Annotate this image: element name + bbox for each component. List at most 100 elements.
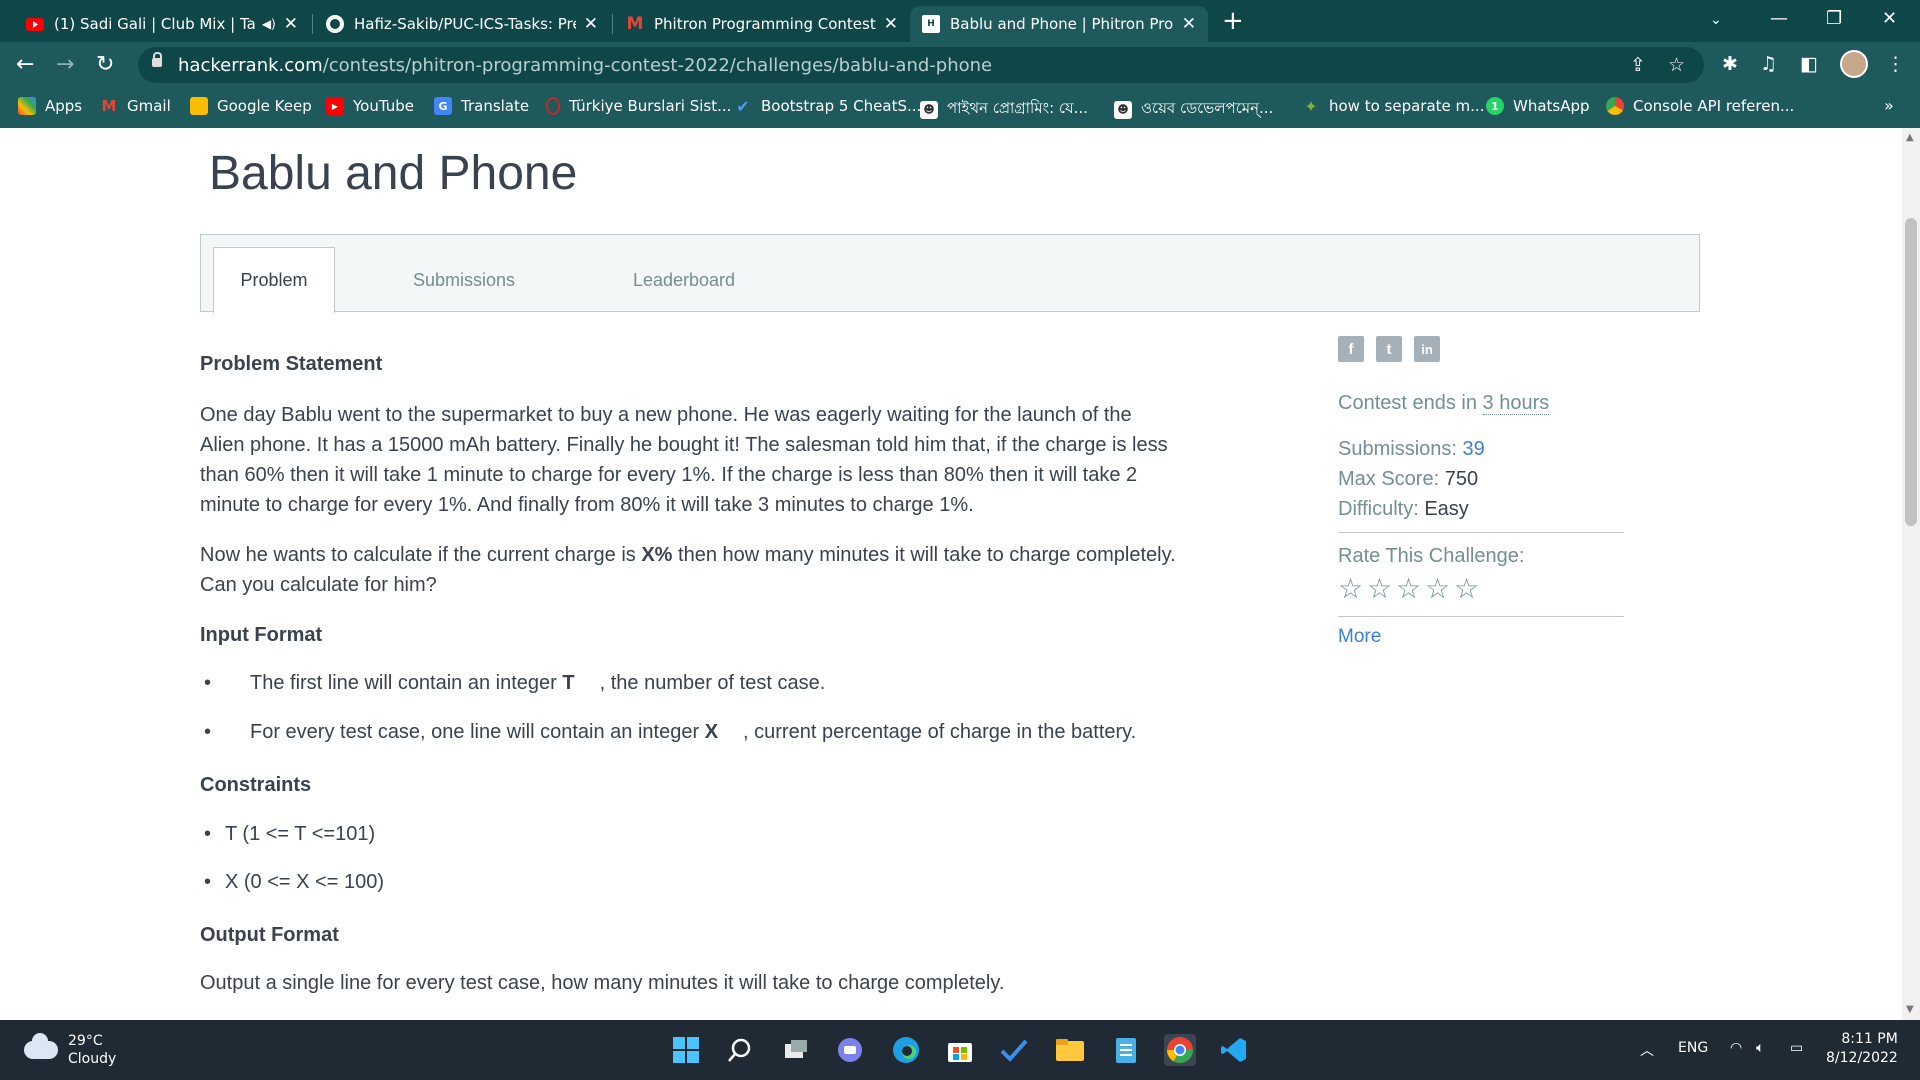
bookmark-separate[interactable]: ✦ how to separate m... (1302, 97, 1484, 116)
difficulty-value: Easy (1424, 498, 1469, 520)
browser-tab-github[interactable]: Hafiz-Sakib/PUC-ICS-Tasks: Prem ✕ (314, 6, 610, 42)
bookmark-label: ওয়েব ডেভেলপমেন্... (1141, 99, 1274, 117)
bookmark-apps[interactable]: Apps (18, 97, 82, 115)
new-tab-button[interactable]: + (1222, 6, 1244, 36)
bookmark-whatsapp[interactable]: 1 WhatsApp (1486, 97, 1590, 115)
bullet-text: The first line will contain an integer T… (250, 672, 826, 694)
chrome-icon[interactable] (1164, 1034, 1196, 1066)
bookmark-label: Google Keep (217, 97, 312, 115)
reload-button[interactable]: ↻ (96, 52, 114, 77)
edge-icon[interactable] (890, 1034, 922, 1066)
max-score: Max Score: 750 (1338, 468, 1478, 491)
submissions-label: Submissions: (1338, 438, 1463, 460)
notepad-icon[interactable] (1110, 1034, 1142, 1066)
wifi-icon[interactable]: ◠ (1730, 1040, 1742, 1056)
bookmark-turkiye-burslari[interactable]: Türkiye Burslari Sist... (546, 97, 731, 115)
lock-icon[interactable] (152, 52, 162, 67)
browser-tab-youtube[interactable]: (1) Sadi Gali | Club Mix | Tanu ◀︎) ✕ (14, 6, 310, 42)
close-window-button[interactable]: ✕ (1882, 8, 1897, 29)
vscode-icon[interactable] (1218, 1034, 1250, 1066)
system-clock[interactable]: 8:11 PM 8/12/2022 (1826, 1030, 1898, 1068)
browser-tab-hackerrank[interactable]: H Bablu and Phone | Phitron Progra ✕ (910, 6, 1208, 42)
bookmark-youtube[interactable]: ▶ YouTube (326, 97, 414, 115)
extensions-icon[interactable]: ✱ (1722, 53, 1738, 75)
browser-tab-gmail[interactable]: M Phitron Programming Contest - 2 ✕ (614, 6, 910, 42)
star-icon[interactable]: ☆ (1425, 572, 1450, 605)
scroll-down-arrow-icon[interactable]: ▼ (1906, 1004, 1914, 1015)
tab-title: Phitron Programming Contest - 2 (654, 15, 876, 33)
turkiye-burslari-icon (546, 97, 560, 115)
show-hidden-icons-icon[interactable]: ︿ (1640, 1040, 1654, 1060)
language-indicator[interactable]: ENG (1678, 1040, 1708, 1056)
close-tab-icon[interactable]: ✕ (1182, 14, 1196, 34)
browser-toolbar: ← → ↻ hackerrank.com/contests/phitron-pr… (0, 42, 1920, 88)
linkedin-share-icon[interactable]: in (1414, 336, 1440, 362)
bookmark-star-icon[interactable]: ☆ (1668, 54, 1685, 76)
contest-ends: Contest ends in 3 hours (1338, 392, 1550, 415)
chrome-icon (1606, 97, 1624, 115)
bullet-text: T (1 <= T <=101) (225, 823, 376, 845)
task-view-icon[interactable] (780, 1034, 812, 1066)
twitter-share-icon[interactable]: t (1376, 336, 1402, 362)
problem-paragraph-1: One day Bablu went to the supermarket to… (200, 400, 1240, 520)
speaker-icon[interactable]: ◀︎) (262, 17, 276, 31)
star-icon[interactable]: ☆ (1396, 572, 1421, 605)
restore-button[interactable]: ❐ (1826, 8, 1842, 29)
back-button[interactable]: ← (16, 52, 34, 77)
star-icon[interactable]: ☆ (1454, 572, 1479, 605)
search-icon[interactable] (724, 1034, 756, 1066)
bookmark-webdev-bn[interactable]: ☻ ওয়েব ডেভেলপমেন্... (1114, 97, 1273, 122)
address-bar[interactable]: hackerrank.com/contests/phitron-programm… (138, 47, 1704, 83)
bookmark-google-keep[interactable]: Google Keep (190, 97, 312, 115)
windows-taskbar: 29°C Cloudy ︿ ENG ◠ 🔈︎ ▭ 8:11 PM 8/12/20… (0, 1020, 1920, 1080)
more-link[interactable]: More (1338, 626, 1381, 648)
todo-check-icon[interactable] (998, 1034, 1030, 1066)
close-tab-icon[interactable]: ✕ (284, 14, 298, 34)
close-tab-icon[interactable]: ✕ (584, 14, 598, 34)
close-tab-icon[interactable]: ✕ (884, 14, 898, 34)
bookmark-python-bn[interactable]: ☻ পাইথন প্রোগ্রামিং: যে... (920, 97, 1088, 122)
tab-problem[interactable]: Problem (213, 247, 335, 313)
tab-title: Hafiz-Sakib/PUC-ICS-Tasks: Prem (354, 15, 576, 33)
menu-icon[interactable]: ⋮ (1886, 53, 1905, 75)
minimize-button[interactable]: — (1770, 8, 1788, 29)
bookmark-label: Console API referen... (1633, 97, 1795, 115)
weather-widget[interactable]: 29°C Cloudy (24, 1032, 116, 1068)
bookmark-translate[interactable]: G Translate (434, 97, 529, 115)
media-control-icon[interactable]: ♫ (1760, 53, 1777, 75)
page-scrollbar[interactable]: ▲ ▼ (1902, 128, 1920, 1020)
url-text[interactable]: hackerrank.com/contests/phitron-programm… (178, 55, 992, 76)
forward-button[interactable]: → (56, 52, 74, 77)
skull-icon: ☻ (920, 100, 938, 119)
page-viewport: Bablu and Phone Problem Submissions Lead… (0, 128, 1902, 1020)
text-line: than 60% then it will take 1 minute to c… (200, 464, 1138, 486)
microsoft-store-icon[interactable] (944, 1034, 976, 1066)
scroll-up-arrow-icon[interactable]: ▲ (1906, 132, 1914, 143)
submissions-link[interactable]: 39 (1463, 438, 1485, 460)
teams-chat-icon[interactable] (834, 1034, 866, 1066)
battery-icon[interactable]: ▭ (1790, 1040, 1803, 1056)
facebook-share-icon[interactable]: f (1338, 336, 1364, 362)
bullet-text: X (0 <= X <= 100) (225, 871, 384, 893)
bookmark-bootstrap[interactable]: ✔ Bootstrap 5 CheatS... (734, 96, 921, 116)
more-bookmarks-icon[interactable]: » (1884, 96, 1894, 115)
star-icon[interactable]: ☆ (1367, 572, 1392, 605)
tab-search-icon[interactable]: ⌄ (1710, 12, 1722, 28)
bookmark-gmail[interactable]: M Gmail (100, 97, 171, 115)
tab-submissions[interactable]: Submissions (389, 247, 539, 313)
checkmark-icon: ✔ (736, 96, 750, 116)
tab-leaderboard[interactable]: Leaderboard (599, 247, 769, 313)
scrollbar-thumb[interactable] (1905, 218, 1917, 526)
sidebar-divider (1338, 616, 1624, 617)
contest-ends-value[interactable]: 3 hours (1482, 392, 1550, 415)
file-explorer-icon[interactable] (1054, 1034, 1086, 1066)
constraint-bullet-1: T (1 <= T <=101) (200, 823, 375, 846)
star-icon[interactable]: ☆ (1338, 572, 1363, 605)
text-span: Now he wants to calculate if the current… (200, 544, 642, 566)
volume-icon[interactable]: 🔈︎ (1756, 1040, 1764, 1056)
share-icon[interactable]: ⇪ (1630, 54, 1646, 76)
bookmark-console-api[interactable]: Console API referen... (1606, 97, 1794, 115)
side-panel-icon[interactable]: ◧ (1800, 53, 1818, 75)
windows-start-icon[interactable] (670, 1034, 702, 1066)
profile-avatar[interactable] (1840, 50, 1868, 78)
